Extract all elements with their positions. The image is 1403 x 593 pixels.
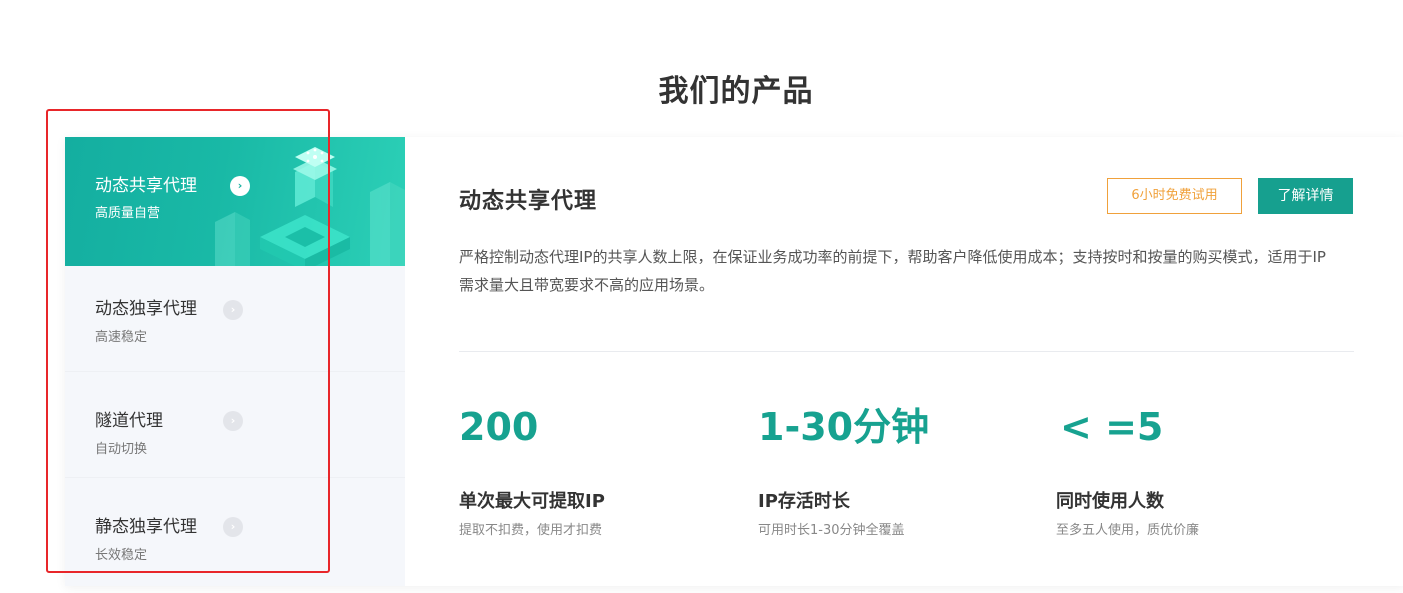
product-detail: 动态共享代理 6小时免费试用 了解详情 严格控制动态代理IP的共享人数上限，在保… [459,137,1354,586]
menu-item-dynamic-shared[interactable]: 动态共享代理 高质量自营 › [65,137,405,266]
chevron-right-icon: › [223,300,243,320]
stat-ip-lifetime: 1-30分钟 IP存活时长 可用时长1-30分钟全覆盖 [758,402,1038,540]
products-page: 我们的产品 动态共享代理 高质量自营 › 动态独享代理 高速稳定 › 隧道代理 … [0,0,1403,593]
section-title: 我们的产品 [658,74,814,109]
stat-label: IP存活时长 [758,491,850,512]
product-title: 动态共享代理 [459,189,598,214]
chevron-right-icon: › [223,517,243,537]
menu-item-title: 隧道代理 [95,411,163,431]
stat-desc: 可用时长1-30分钟全覆盖 [758,523,905,538]
menu-item-static-exclusive[interactable]: 静态独享代理 长效稳定 › [65,478,405,584]
stat-value: 1-30分钟 [758,405,930,449]
menu-item-subtitle: 自动切换 [95,442,148,457]
product-menu: 动态共享代理 高质量自营 › 动态独享代理 高速稳定 › 隧道代理 自动切换 ›… [65,137,405,586]
divider [459,351,1354,352]
free-trial-button[interactable]: 6小时免费试用 [1107,178,1242,214]
menu-item-tunnel[interactable]: 隧道代理 自动切换 › [65,372,405,478]
menu-item-title: 动态独享代理 [95,299,197,319]
stat-label: 同时使用人数 [1056,491,1164,512]
stat-value: < =5 [1060,405,1164,449]
menu-item-subtitle: 长效稳定 [95,548,148,563]
stat-max-ips: 200 单次最大可提取IP 提取不扣费，使用才扣费 [459,402,739,540]
chevron-right-icon: › [223,411,243,431]
learn-more-button[interactable]: 了解详情 [1258,178,1353,214]
menu-item-dynamic-exclusive[interactable]: 动态独享代理 高速稳定 › [65,266,405,372]
product-description: 严格控制动态代理IP的共享人数上限，在保证业务成功率的前提下，帮助客户降低使用成… [459,248,1326,294]
stat-label: 单次最大可提取IP [459,491,605,512]
stat-value: 200 [459,405,539,449]
stat-desc: 提取不扣费，使用才扣费 [459,523,603,538]
isometric-illustration [215,147,405,266]
chevron-right-icon: › [230,176,250,196]
stat-concurrent-users: < =5 同时使用人数 至多五人使用，质优价廉 [1056,402,1336,540]
menu-item-subtitle: 高速稳定 [95,330,148,345]
stat-desc: 至多五人使用，质优价廉 [1056,523,1200,538]
menu-item-title: 静态独享代理 [95,517,197,537]
